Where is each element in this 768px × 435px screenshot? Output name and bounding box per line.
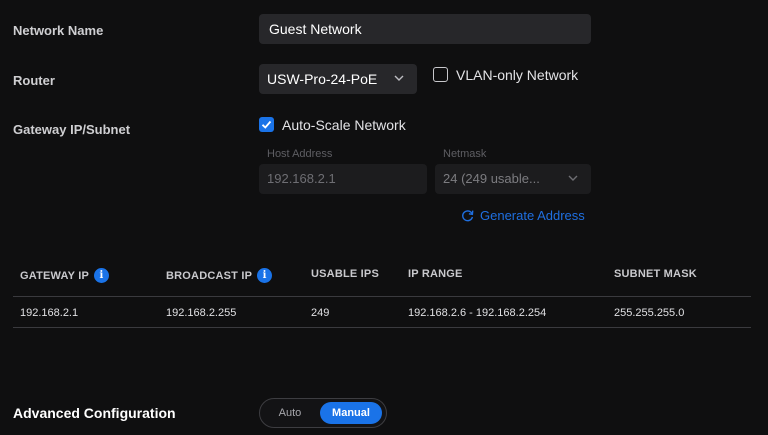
column-header-broadcast-ip: BROADCAST IP i (166, 268, 273, 283)
advanced-configuration-label: Advanced Configuration (13, 405, 176, 421)
info-icon[interactable]: i (257, 268, 273, 283)
generate-address-link[interactable]: Generate Address (460, 208, 585, 223)
gateway-subnet-label: Gateway IP/Subnet (13, 122, 131, 137)
auto-scale-label: Auto-Scale Network (282, 117, 406, 133)
table-divider (13, 327, 751, 328)
cell-broadcast-ip: 192.168.2.255 (166, 307, 237, 319)
netmask-select-value: 24 (249 usable... (443, 171, 540, 186)
cell-usable-ips: 249 (311, 307, 330, 319)
auto-scale-checkbox[interactable] (259, 117, 274, 132)
network-name-label: Network Name (13, 23, 104, 38)
manual-option[interactable]: Manual (320, 402, 382, 424)
router-label: Router (13, 73, 55, 88)
host-address-input: 192.168.2.1 (259, 164, 427, 194)
cell-subnet-mask: 255.255.255.0 (614, 307, 685, 319)
network-name-input[interactable] (259, 14, 591, 44)
cell-ip-range: 192.168.2.6 - 192.168.2.254 (408, 307, 547, 319)
network-settings-panel: Network Name Router USW-Pro-24-PoE VLAN-… (0, 0, 768, 435)
checkmark-icon (261, 120, 272, 129)
auto-option[interactable]: Auto (266, 402, 314, 424)
refresh-icon (462, 210, 474, 222)
router-select[interactable]: USW-Pro-24-PoE (259, 64, 417, 94)
chevron-down-icon (568, 175, 578, 181)
host-address-label: Host Address (267, 148, 333, 160)
advanced-mode-toggle: Auto Manual (259, 398, 387, 428)
router-select-value: USW-Pro-24-PoE (267, 71, 378, 87)
column-header-ip-range: IP RANGE (408, 268, 463, 280)
column-header-label: IP RANGE (408, 268, 463, 280)
column-header-label: BROADCAST IP (166, 269, 253, 282)
netmask-select: 24 (249 usable... (435, 164, 591, 194)
vlan-only-label: VLAN-only Network (456, 67, 579, 83)
netmask-label: Netmask (443, 148, 487, 160)
info-icon[interactable]: i (94, 268, 110, 283)
vlan-only-checkbox[interactable] (433, 67, 448, 82)
column-header-label: SUBNET MASK (614, 268, 697, 280)
column-header-label: USABLE IPS (311, 268, 380, 280)
column-header-label: GATEWAY IP (20, 269, 90, 282)
table-divider (13, 296, 751, 297)
generate-address-label: Generate Address (480, 208, 585, 223)
chevron-down-icon (394, 75, 404, 81)
column-header-subnet-mask: SUBNET MASK (614, 268, 697, 280)
column-header-gateway-ip: GATEWAY IP i (20, 268, 110, 283)
cell-gateway-ip: 192.168.2.1 (20, 307, 79, 319)
column-header-usable-ips: USABLE IPS (311, 268, 379, 280)
